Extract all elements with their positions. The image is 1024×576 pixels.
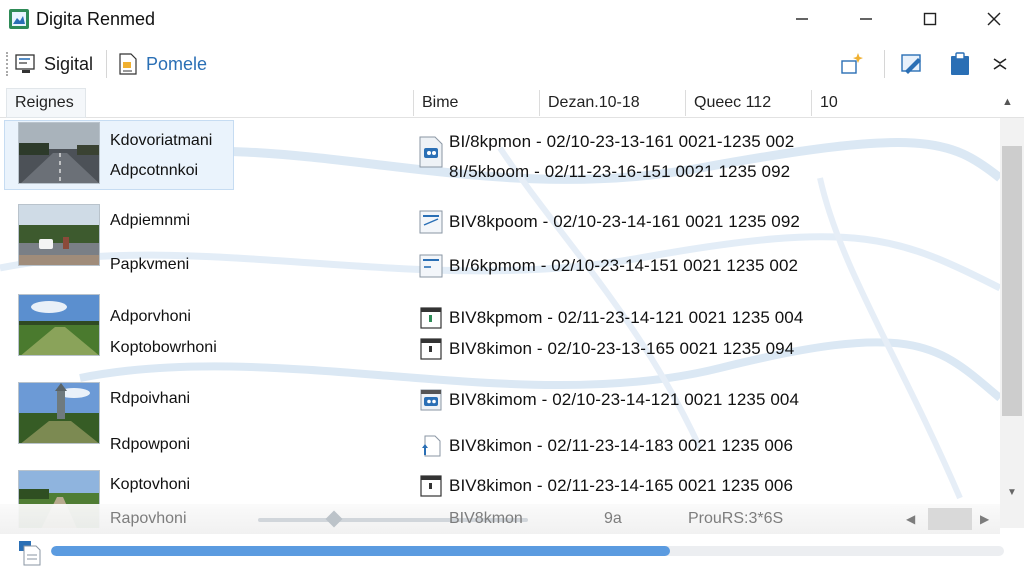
black-file-icon	[420, 338, 442, 360]
progress-fill	[51, 546, 671, 556]
item-info: BIV8kimom - 02/10-23-14-121 0021 1235 00…	[449, 390, 799, 409]
scroll-down-icon[interactable]: ▼	[1000, 482, 1024, 502]
clipboard-icon	[951, 52, 969, 75]
collapse-icon	[993, 58, 1007, 70]
toolbar-grip[interactable]	[6, 52, 8, 76]
list-group[interactable]: Adporvhoni Koptobowrhoni BIV8kpmom - 02/…	[0, 288, 1000, 368]
sparkle-tool-button[interactable]	[838, 50, 866, 78]
scrollbar-thumb[interactable]	[1002, 146, 1022, 416]
list-group[interactable]: Kdovoriatmani Adpcotnnkoi BI/8kpmon - 02…	[0, 120, 1000, 192]
collapse-button[interactable]	[986, 50, 1014, 78]
sigital-button[interactable]: Sigital	[14, 48, 93, 80]
sparkle-icon	[841, 53, 863, 74]
item-info: BIV8kpoom - 02/10-23-14-161 0021 1235 09…	[449, 212, 800, 231]
window-title: Digita Renmed	[36, 9, 156, 29]
item-info: BI/8kpmon - 02/10-23-13-161 0021-1235 00…	[449, 132, 795, 151]
minimize-icon	[796, 18, 808, 20]
item-name[interactable]: Koptovhoni	[110, 476, 190, 494]
thumbnail-road-highway[interactable]	[18, 122, 100, 184]
restore-button[interactable]	[834, 0, 898, 38]
toolbar: Sigital Pomele	[0, 40, 1024, 88]
scroll-right-icon[interactable]: ▶	[980, 512, 989, 526]
doc-file-icon	[419, 254, 443, 278]
document-icon	[119, 53, 137, 75]
image-file-icon	[419, 136, 443, 168]
green-file-icon	[420, 307, 442, 329]
column-header-bime[interactable]: Bime	[414, 88, 458, 118]
close-icon	[987, 12, 1001, 26]
upload-file-icon	[422, 435, 441, 457]
edit-image-icon	[901, 54, 921, 74]
thumbnail-road-car[interactable]	[18, 204, 100, 266]
black-file-icon	[420, 475, 442, 497]
item-name[interactable]: Kdovoriatmani	[110, 132, 212, 150]
item-info: BIV8kpmom - 02/11-23-14-121 0021 1235 00…	[449, 308, 804, 327]
item-info: BIV8kimon - 02/11-23-14-183 0021 1235 00…	[449, 436, 794, 455]
column-header-count[interactable]: 10	[812, 88, 838, 118]
file-list: Reignes Bime Dezan.10-18 Queec 112 10 ▲	[0, 88, 1024, 528]
item-extra: 9a	[604, 510, 622, 527]
horizontal-scrollbar-thumb[interactable]	[928, 508, 972, 530]
pomele-label: Pomele	[146, 53, 208, 74]
pomele-button[interactable]: Pomele	[116, 48, 207, 80]
sigital-label: Sigital	[44, 53, 94, 74]
toolbar-separator	[106, 50, 107, 78]
clipboard-button[interactable]	[946, 50, 974, 78]
column-header-name[interactable]: Reignes	[6, 88, 86, 118]
item-name[interactable]: Papkvmeni	[110, 256, 189, 274]
column-header-queue[interactable]: Queec 112	[686, 88, 771, 118]
progress-bar	[51, 546, 1004, 556]
item-name[interactable]: Adpcotnnkoi	[110, 162, 198, 180]
item-name[interactable]: Rapovhoni	[110, 510, 187, 528]
thumbnail-field-sky[interactable]	[18, 294, 100, 356]
app-window: Digita Renmed Sigital Pomele Reignes Bim…	[0, 0, 1024, 576]
item-info: BIV8kimon - 02/10-23-13-165 0021 1235 09…	[449, 339, 795, 358]
item-info: BIV8kmon	[449, 510, 523, 527]
scroll-up-icon[interactable]: ▲	[1002, 96, 1013, 108]
minimize-button[interactable]	[770, 0, 834, 38]
list-group[interactable]: Adpiemnmi Papkvmeni BIV8kpoom - 02/10-23…	[0, 198, 1000, 282]
item-name[interactable]: Koptobowrhoni	[110, 339, 217, 357]
scroll-left-icon[interactable]: ◀	[906, 512, 915, 526]
item-name[interactable]: Adpiemnmi	[110, 212, 190, 230]
close-button[interactable]	[962, 0, 1024, 38]
horizontal-scroll-knob[interactable]	[325, 510, 343, 528]
item-info: 8I/5kboom - 02/11-23-16-151 0021 1235 09…	[449, 162, 791, 181]
item-name[interactable]: Rdpowponi	[110, 436, 190, 454]
app-image-icon	[9, 9, 29, 29]
vertical-scrollbar[interactable]: ▼	[1000, 118, 1024, 528]
item-name[interactable]: Adporvhoni	[110, 308, 191, 326]
maximize-icon	[923, 12, 937, 26]
doc-file-icon	[419, 210, 443, 234]
item-property: ProuRS:3*6S	[688, 510, 784, 527]
item-name[interactable]: Rdpoivhani	[110, 390, 190, 408]
image-file-icon	[420, 389, 442, 411]
item-info: BI/6kpmom - 02/10-23-14-151 0021 1235 00…	[449, 256, 799, 275]
screen-list-icon	[15, 54, 35, 73]
restore-icon	[860, 18, 872, 20]
title-bar: Digita Renmed	[0, 0, 1024, 38]
column-header-date[interactable]: Dezan.10-18	[540, 88, 640, 118]
partial-row[interactable]: Rapovhoni BIV8kmon 9a ProuRS:3*6S ◀ ▶	[0, 504, 1000, 534]
list-header: Reignes Bime Dezan.10-18 Queec 112 10 ▲	[0, 88, 1024, 118]
list-group[interactable]: Rdpoivhani Rdpowponi BIV8kimom - 02/10-2…	[0, 374, 1000, 457]
toolbar-separator-2	[884, 50, 885, 78]
status-document-icon	[19, 541, 41, 566]
thumbnail-castle-trees[interactable]	[18, 382, 100, 444]
edit-image-button[interactable]	[898, 50, 926, 78]
maximize-button[interactable]	[898, 0, 962, 38]
item-info: BIV8kimon - 02/11-23-14-165 0021 1235 00…	[449, 476, 794, 495]
